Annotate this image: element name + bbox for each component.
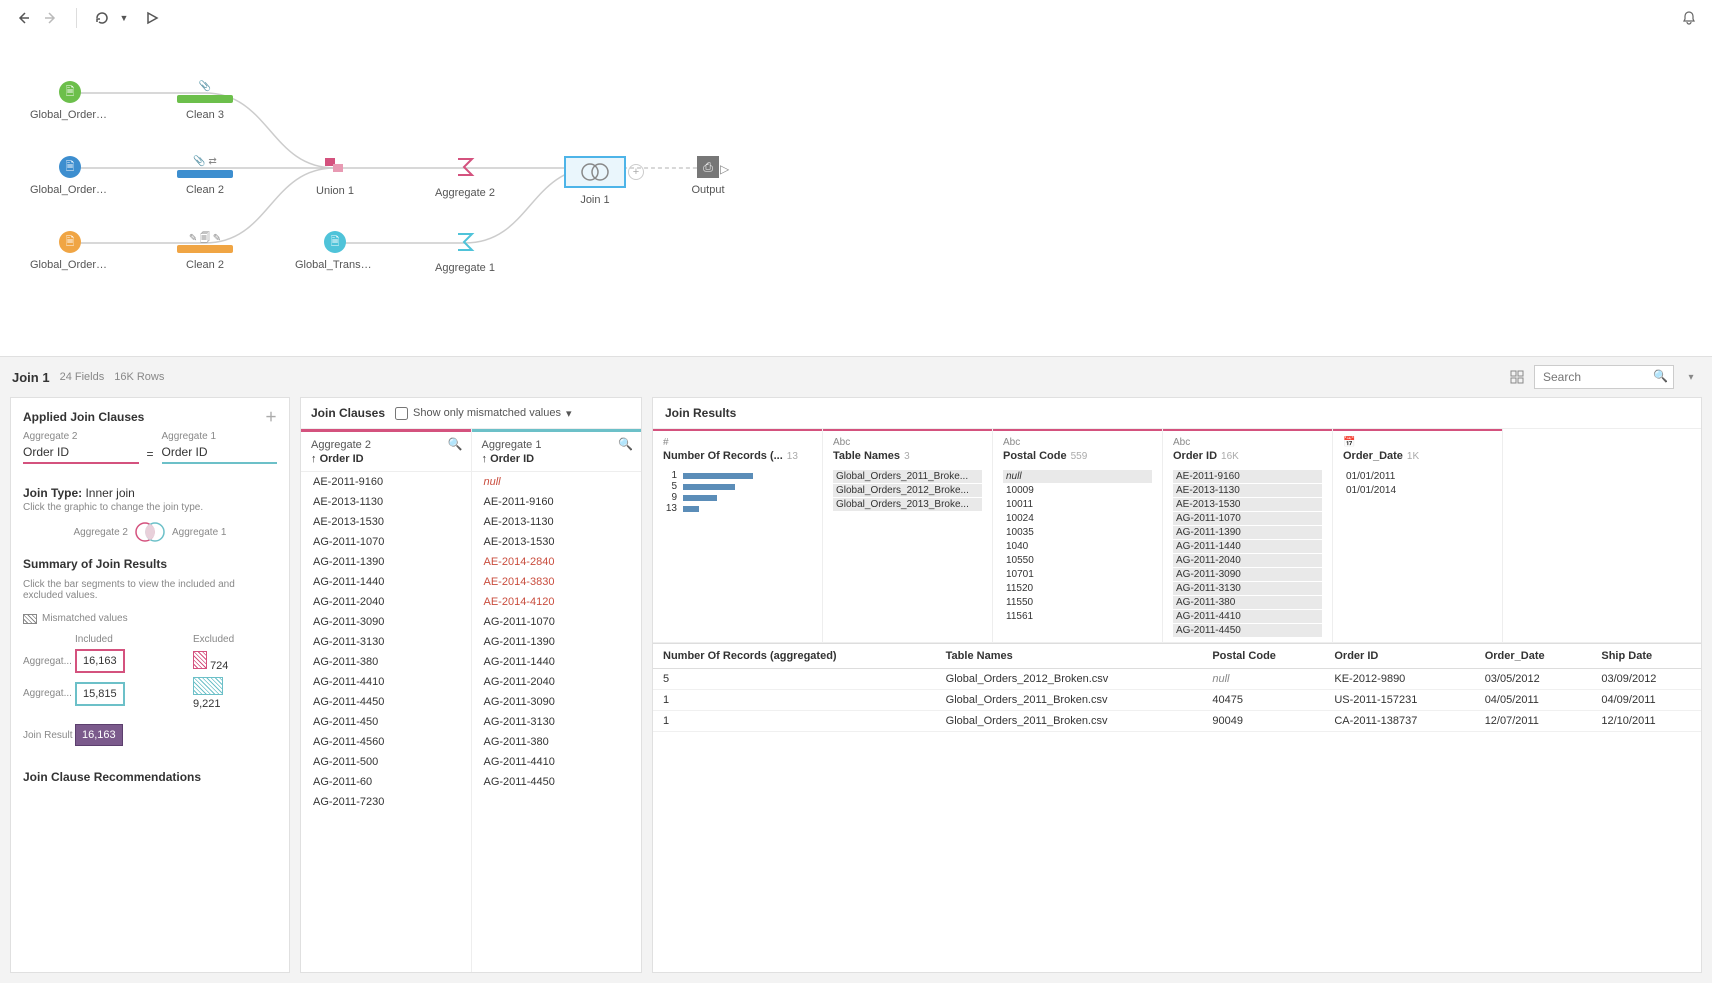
list-item[interactable]: AG-2011-450 [301, 712, 471, 732]
chevron-down-icon[interactable]: ▼ [115, 9, 133, 27]
column-header[interactable]: Number Of Records (aggregated) [653, 644, 936, 669]
list-item[interactable]: AG-2011-3090 [301, 612, 471, 632]
settings-panel: Applied Join Clauses＋ Aggregate 2 Order … [10, 397, 290, 973]
search-icon: 🔍 [1653, 369, 1668, 383]
list-item[interactable]: AG-2011-380 [472, 732, 642, 752]
list-item[interactable]: AG-2011-4560 [301, 732, 471, 752]
list-item[interactable]: AG-2011-4450 [472, 772, 642, 792]
list-item[interactable]: AE-2013-1130 [301, 492, 471, 512]
a2-excluded[interactable] [193, 651, 207, 669]
search-icon[interactable]: 🔍 [618, 437, 633, 451]
show-mismatched-checkbox[interactable]: Show only mismatched values ▾ [395, 407, 572, 420]
flow-node-go3[interactable]: 🗎Global_Orders... [30, 231, 110, 271]
profile-card[interactable]: AbcOrder ID16KAE-2011-9160AE-2013-1130AE… [1163, 429, 1333, 642]
list-item[interactable]: AG-2011-1440 [301, 572, 471, 592]
a1-excluded[interactable] [193, 677, 223, 695]
list-item[interactable]: AG-2011-3130 [301, 632, 471, 652]
join-clauses-panel: Join Clauses Show only mismatched values… [300, 397, 642, 973]
list-item[interactable]: AG-2011-3090 [472, 692, 642, 712]
join-results-panel: Join Results #Number Of Records (...1315… [652, 397, 1702, 973]
list-item[interactable]: AG-2011-500 [301, 752, 471, 772]
list-item[interactable]: AG-2011-60 [301, 772, 471, 792]
notifications-icon[interactable] [1680, 9, 1698, 27]
flow-node-ag1[interactable]: Aggregate 1 [425, 231, 505, 274]
list-item[interactable]: AG-2011-4410 [301, 672, 471, 692]
clause-right-field[interactable]: Order ID [162, 442, 278, 464]
rows-count: 16K Rows [114, 371, 164, 383]
list-item[interactable]: AG-2011-1390 [301, 552, 471, 572]
list-item[interactable]: AG-2011-3130 [472, 712, 642, 732]
results-data-grid[interactable]: Number Of Records (aggregated)Table Name… [653, 643, 1701, 972]
list-item[interactable]: AG-2011-7230 [301, 792, 471, 812]
run-output-icon[interactable]: ▷ [720, 162, 729, 176]
step-title: Join 1 [12, 370, 50, 385]
join-result-count[interactable]: 16,163 [75, 724, 123, 746]
profile-card[interactable]: #Number Of Records (...1315913 [653, 429, 823, 642]
a2-included[interactable]: 16,163 [75, 649, 125, 673]
flow-node-ag2[interactable]: Aggregate 2 [425, 156, 505, 199]
list-item[interactable]: AG-2011-1070 [472, 612, 642, 632]
table-row[interactable]: 1Global_Orders_2011_Broken.csv40475US-20… [653, 690, 1701, 711]
column-header[interactable]: Postal Code [1202, 644, 1324, 669]
list-item[interactable]: AE-2011-9160 [301, 472, 471, 492]
search-icon[interactable]: 🔍 [448, 437, 463, 451]
list-item[interactable]: AE-2014-2840 [472, 552, 642, 572]
flow-canvas[interactable]: 🗎Global_Orders... 🗎Global_Orders... 🗎Globa… [0, 36, 1712, 356]
flow-node-u1[interactable]: Union 1 [295, 156, 375, 197]
list-item[interactable]: AG-2011-1440 [472, 652, 642, 672]
profile-card[interactable]: 📅Order_Date1K01/01/201101/01/2014 [1333, 429, 1503, 642]
flow-node-c3[interactable]: 📎Clean 3 [165, 81, 245, 121]
table-row[interactable]: 1Global_Orders_2011_Broken.csv90049CA-20… [653, 711, 1701, 732]
applied-title: Applied Join Clauses [23, 410, 144, 424]
list-item[interactable]: AG-2011-1070 [301, 532, 471, 552]
list-item[interactable]: AE-2013-1130 [472, 512, 642, 532]
column-header[interactable]: Table Names [936, 644, 1203, 669]
list-item[interactable]: null [472, 472, 642, 492]
flow-node-go1[interactable]: 🗎Global_Orders... [30, 81, 110, 121]
flow-node-c2b[interactable]: ✎ 🗐 ✎Clean 2 [165, 231, 245, 271]
clause-left-field[interactable]: Order ID [23, 442, 139, 464]
list-item[interactable]: AG-2011-380 [301, 652, 471, 672]
a2-value-list[interactable]: AE-2011-9160AE-2013-1130AE-2013-1530AG-2… [301, 472, 471, 972]
add-clause-icon[interactable]: ＋ [265, 408, 277, 425]
list-item[interactable]: AG-2011-2040 [301, 592, 471, 612]
column-header[interactable]: Order_Date [1475, 644, 1592, 669]
list-item[interactable]: AE-2014-3830 [472, 572, 642, 592]
a1-value-list[interactable]: nullAE-2011-9160AE-2013-1130AE-2013-1530… [472, 472, 642, 972]
list-item[interactable]: AE-2011-9160 [472, 492, 642, 512]
flow-node-out[interactable]: ⎙Output [668, 156, 748, 196]
join-type-selector[interactable]: Aggregate 2 Aggregate 1 [23, 521, 277, 543]
table-row[interactable]: 5Global_Orders_2012_Broken.csvnullKE-201… [653, 669, 1701, 690]
column-header[interactable]: Ship Date [1591, 644, 1701, 669]
fields-count: 24 Fields [60, 371, 105, 383]
chevron-down-icon[interactable]: ▾ [1682, 368, 1700, 386]
run-icon[interactable] [143, 9, 161, 27]
forward-icon[interactable] [42, 9, 60, 27]
profile-card[interactable]: AbcTable Names3Global_Orders_2011_Broke.… [823, 429, 993, 642]
list-item[interactable]: AG-2011-4450 [301, 692, 471, 712]
grid-view-icon[interactable] [1508, 368, 1526, 386]
list-item[interactable]: AE-2014-4120 [472, 592, 642, 612]
list-item[interactable]: AG-2011-2040 [472, 672, 642, 692]
list-item[interactable]: AG-2011-1390 [472, 632, 642, 652]
list-item[interactable]: AE-2013-1530 [301, 512, 471, 532]
flow-node-j1[interactable]: Join 1 [555, 156, 635, 206]
profile-card[interactable]: AbcPostal Code559null1000910011100241003… [993, 429, 1163, 642]
a1-included[interactable]: 15,815 [75, 682, 125, 706]
list-item[interactable]: AG-2011-4410 [472, 752, 642, 772]
flow-node-go2[interactable]: 🗎Global_Orders... [30, 156, 110, 196]
back-icon[interactable] [14, 9, 32, 27]
add-step-icon[interactable]: + [628, 164, 644, 180]
refresh-icon[interactable] [93, 9, 111, 27]
list-item[interactable]: AE-2013-1530 [472, 532, 642, 552]
flow-node-c2a[interactable]: 📎 ⇄Clean 2 [165, 156, 245, 196]
column-header[interactable]: Order ID [1324, 644, 1474, 669]
flow-node-gt[interactable]: 🗎Global_Transac... [295, 231, 375, 271]
